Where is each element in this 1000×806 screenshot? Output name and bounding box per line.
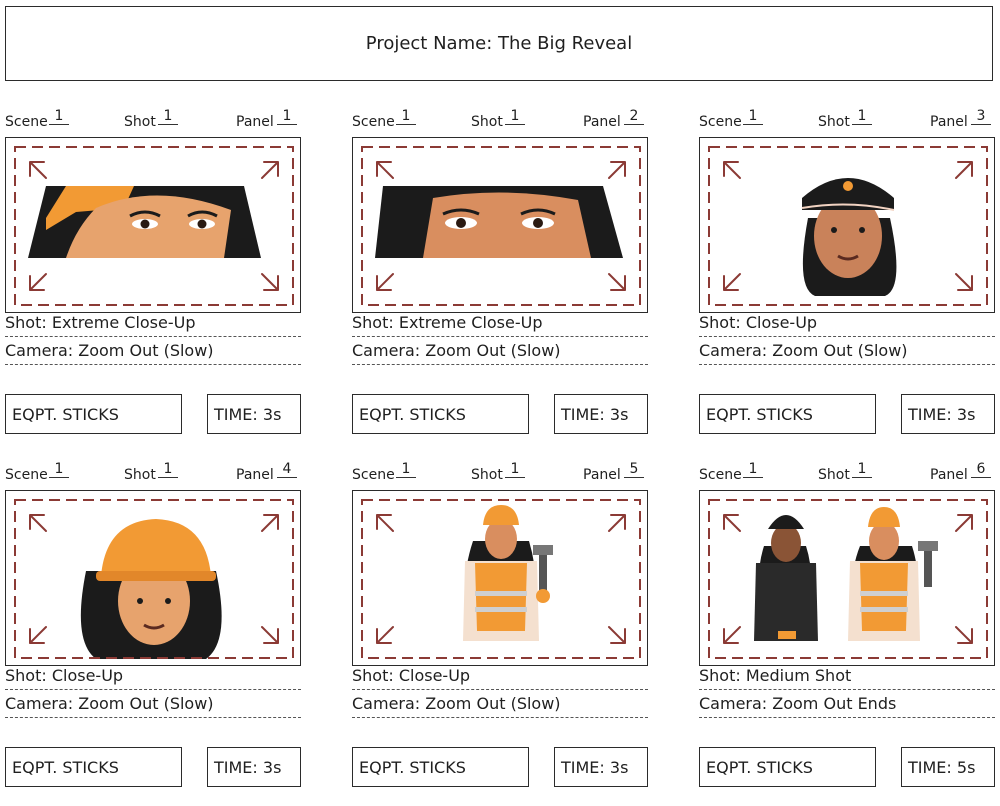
scene-label: Scene: [352, 467, 395, 483]
camera-field[interactable]: Camera: Zoom Out Ends: [699, 691, 995, 718]
shot-number[interactable]: 1: [505, 461, 525, 478]
scene-number[interactable]: 1: [396, 108, 416, 125]
equipment-box[interactable]: EQPT. STICKS: [352, 394, 529, 434]
panel-label: Panel: [583, 467, 621, 483]
panel-number[interactable]: 6: [971, 461, 991, 478]
shot-type-field[interactable]: Shot: Close-Up: [5, 663, 301, 690]
shot-type-field[interactable]: Shot: Close-Up: [352, 663, 648, 690]
equipment-box[interactable]: EQPT. STICKS: [5, 747, 182, 787]
camera-field[interactable]: Camera: Zoom Out (Slow): [5, 338, 301, 365]
panel-number[interactable]: 4: [277, 461, 297, 478]
equipment-box[interactable]: EQPT. STICKS: [699, 394, 876, 434]
scene-label: Scene: [699, 114, 742, 130]
time-box[interactable]: TIME: 3s: [554, 747, 648, 787]
shot-label: Shot: [124, 114, 156, 130]
shot-type-field[interactable]: Shot: Extreme Close-Up: [352, 310, 648, 337]
scene-label: Scene: [352, 114, 395, 130]
panel-label: Panel: [236, 114, 274, 130]
shot-label: Shot: [818, 114, 850, 130]
panel-number[interactable]: 5: [624, 461, 644, 478]
time-box[interactable]: TIME: 3s: [554, 394, 648, 434]
equipment-box[interactable]: EQPT. STICKS: [5, 394, 182, 434]
panel-label: Panel: [930, 467, 968, 483]
shot-type-field[interactable]: Shot: Extreme Close-Up: [5, 310, 301, 337]
officer-and-worker-illustration: [708, 499, 988, 659]
storyboard-panel-4: Scene 1 Shot 1 Panel 4 Shot: Close-Up Ca…: [5, 461, 301, 806]
shot-type-field[interactable]: Shot: Medium Shot: [699, 663, 995, 690]
panel-number[interactable]: 1: [277, 108, 297, 125]
storyboard-frame: [5, 137, 301, 313]
time-box[interactable]: TIME: 3s: [207, 394, 301, 434]
camera-field[interactable]: Camera: Zoom Out (Slow): [352, 338, 648, 365]
scene-number[interactable]: 1: [743, 108, 763, 125]
storyboard-panel-6: Scene 1 Shot 1 Panel 6 Shot: Medium Shot…: [699, 461, 995, 806]
shot-label: Shot: [471, 114, 503, 130]
scene-label: Scene: [5, 467, 48, 483]
storyboard-frame: [5, 490, 301, 666]
storyboard-frame: [699, 490, 995, 666]
shot-number[interactable]: 1: [852, 108, 872, 125]
scene-number[interactable]: 1: [396, 461, 416, 478]
project-title: Project Name: The Big Reveal: [365, 33, 633, 54]
equipment-box[interactable]: EQPT. STICKS: [352, 747, 529, 787]
panel-number[interactable]: 3: [971, 108, 991, 125]
shot-label: Shot: [818, 467, 850, 483]
scene-number[interactable]: 1: [49, 461, 69, 478]
storyboard-panel-2: Scene 1 Shot 1 Panel 2 Shot: Extreme Clo…: [352, 108, 648, 453]
storyboard-frame: [352, 137, 648, 313]
scene-number[interactable]: 1: [49, 108, 69, 125]
panel-meta: Scene 1 Shot 1 Panel 1: [5, 108, 301, 130]
construction-worker-body-illustration: [361, 499, 641, 659]
panel-number[interactable]: 2: [624, 108, 644, 125]
panel-label: Panel: [930, 114, 968, 130]
scene-label: Scene: [5, 114, 48, 130]
shot-label: Shot: [471, 467, 503, 483]
shot-number[interactable]: 1: [852, 461, 872, 478]
storyboard-panel-1: Scene 1 Shot 1 Panel 1 Shot: Extreme Clo…: [5, 108, 301, 453]
worker-eyes-closeup-illustration: [14, 146, 294, 306]
panel-meta: Scene 1 Shot 1 Panel 5: [352, 461, 648, 483]
shot-number[interactable]: 1: [158, 108, 178, 125]
time-box[interactable]: TIME: 3s: [207, 747, 301, 787]
scene-label: Scene: [699, 467, 742, 483]
scene-number[interactable]: 1: [743, 461, 763, 478]
storyboard-panel-5: Scene 1 Shot 1 Panel 5 Shot: Close-Up Ca…: [352, 461, 648, 806]
officer-eyes-closeup-illustration: [361, 146, 641, 306]
equipment-box[interactable]: EQPT. STICKS: [699, 747, 876, 787]
panel-meta: Scene 1 Shot 1 Panel 2: [352, 108, 648, 130]
camera-field[interactable]: Camera: Zoom Out (Slow): [699, 338, 995, 365]
police-officer-face-illustration: [708, 146, 988, 306]
time-box[interactable]: TIME: 5s: [901, 747, 995, 787]
time-box[interactable]: TIME: 3s: [901, 394, 995, 434]
storyboard-frame: [352, 490, 648, 666]
panel-meta: Scene 1 Shot 1 Panel 3: [699, 108, 995, 130]
camera-field[interactable]: Camera: Zoom Out (Slow): [352, 691, 648, 718]
shot-number[interactable]: 1: [505, 108, 525, 125]
panel-meta: Scene 1 Shot 1 Panel 6: [699, 461, 995, 483]
shot-number[interactable]: 1: [158, 461, 178, 478]
project-title-box: Project Name: The Big Reveal: [5, 6, 993, 81]
panel-label: Panel: [583, 114, 621, 130]
construction-worker-face-illustration: [14, 499, 294, 659]
storyboard-frame: [699, 137, 995, 313]
panel-meta: Scene 1 Shot 1 Panel 4: [5, 461, 301, 483]
panel-label: Panel: [236, 467, 274, 483]
shot-label: Shot: [124, 467, 156, 483]
camera-field[interactable]: Camera: Zoom Out (Slow): [5, 691, 301, 718]
shot-type-field[interactable]: Shot: Close-Up: [699, 310, 995, 337]
storyboard-panel-3: Scene 1 Shot 1 Panel 3 Shot: Close-Up Ca…: [699, 108, 995, 453]
zoom-out-guide-icon: [708, 499, 988, 659]
